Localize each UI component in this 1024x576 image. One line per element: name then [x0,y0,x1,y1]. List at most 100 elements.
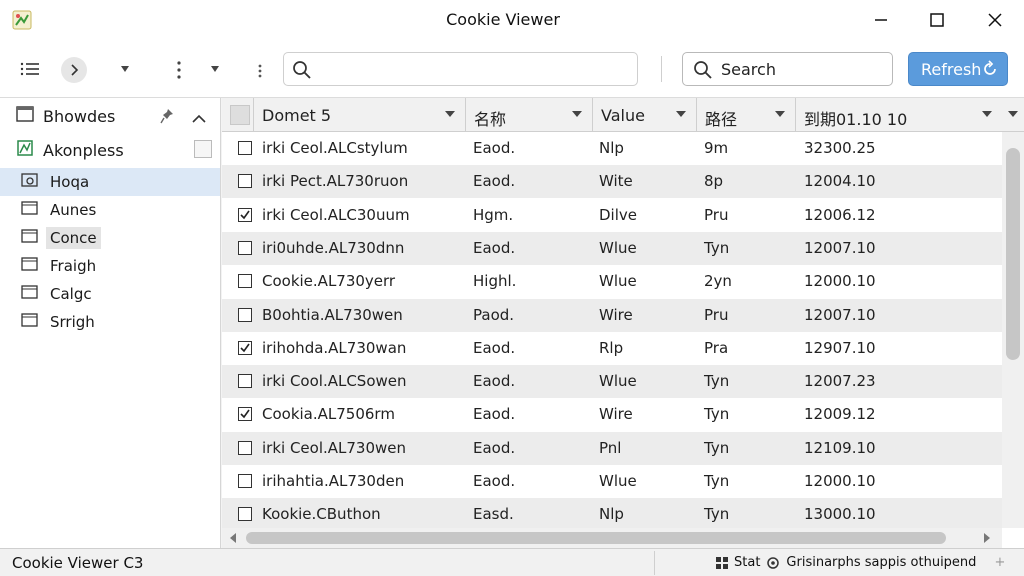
pin-icon[interactable] [160,108,174,128]
caret-down-icon[interactable] [982,111,992,117]
column-header-path[interactable]: 路径 [697,98,796,132]
cell-value: Wlue [599,238,637,257]
row-checkbox[interactable] [238,507,252,522]
table-row[interactable]: irki Ceol.AL730wen Eaod. Pnl Tyn 12109.10 [222,431,1002,465]
sidebar-item-browsers[interactable]: Bhowdes [0,100,220,132]
cell-path: Tyn [704,472,730,490]
table-row[interactable]: irki Pect.AL730ruon Eaod. Wite 8p 12004.10 [222,165,1002,199]
row-checkbox[interactable] [238,407,252,422]
options-dropdown[interactable] [209,64,221,74]
history-dropdown[interactable] [119,64,131,74]
toggle-checkbox[interactable] [194,140,212,158]
column-header-name[interactable]: 名称 [466,98,593,132]
minimize-button[interactable] [858,6,904,34]
cell-path: Pra [704,338,729,357]
cell-domain: irki Pect.AL730ruon [262,172,409,191]
cell-name: Paod. [473,305,515,324]
vertical-scrollbar[interactable] [1002,132,1024,528]
cell-domain: iri0uhde.AL730dnn [262,238,405,257]
more-options-button[interactable] [172,59,186,81]
gear-icon[interactable] [766,556,780,570]
table-row[interactable]: B0ohtia.AL730wen Paod. Wire Pru 12007.10 [222,298,1002,332]
row-checkbox[interactable] [238,340,252,355]
list-view-button[interactable] [18,60,42,78]
column-header-domain[interactable]: Domet 5 [254,98,466,132]
cell-expires: 12000.10 [804,272,876,291]
sidebar-item-aunes[interactable]: Aunes [0,196,220,224]
cell-value: Wlue [599,372,637,391]
toolbar-divider [661,56,662,82]
cell-value: Dilve [599,205,637,224]
cell-path: Pru [704,205,729,224]
caret-down-icon[interactable] [775,111,785,117]
horizontal-scroll-thumb[interactable] [246,532,946,544]
column-header-expires[interactable]: 到期01.10 10 [796,98,1002,132]
table-row[interactable]: irihohda.AL730wan Eaod. Rlp Pra 12907.10 [222,332,1002,365]
browser-icon [16,105,34,127]
table-row[interactable]: irihahtia.AL730den Eaod. Wlue Tyn 12000.10 [222,465,1002,498]
list-icon [20,62,39,76]
status-divider [654,551,655,575]
cell-name: Eaod. [473,472,516,490]
sidebar-item-conce[interactable]: Conce [0,224,220,252]
maximize-button[interactable] [914,6,960,34]
vertical-scroll-thumb[interactable] [1006,148,1020,360]
resize-grip-icon[interactable]: + [994,555,1005,570]
search-input[interactable]: Search [682,52,893,86]
sidebar-item-fraigh[interactable]: Fraigh [0,252,220,280]
row-checkbox[interactable] [238,474,252,488]
caret-down-icon[interactable] [676,111,686,117]
collapse-button[interactable] [192,110,206,128]
cell-name: Hgm. [473,205,514,224]
row-checkbox[interactable] [238,141,252,155]
folder-icon [21,228,39,248]
sidebar-item-srrigh[interactable]: Srrigh [0,308,220,336]
table-row[interactable]: Kookie.CButhon Easd. Nlp Tyn 13000.10 [222,498,1002,528]
refresh-button[interactable]: Refresh [908,52,1008,86]
cookie-table: Domet 5 名称 Value 路径 到期01.10 10 irki Ceol… [222,98,1024,548]
column-header-value[interactable]: Value [593,98,697,132]
sidebar-item-akonpless[interactable]: Akonpless [0,134,220,166]
table-row[interactable]: iri0uhde.AL730dnn Eaod. Wlue Tyn 12007.10 [222,231,1002,265]
row-checkbox[interactable] [238,274,252,289]
cell-path: 8p [704,172,724,191]
horizontal-scrollbar[interactable] [222,528,1002,548]
table-row[interactable]: irki Ceol.ALCstylum Eaod. Nlp 9m 32300.25 [222,132,1002,165]
check-icon [240,210,250,219]
select-all-header[interactable] [222,98,254,132]
row-checkbox[interactable] [238,240,252,255]
sidebar-item-hoqa[interactable]: Hoqa [0,168,220,196]
caret-down-icon[interactable] [445,111,455,117]
grid-icon [716,556,728,569]
table-row[interactable]: irki Ceol.ALC30uum Hgm. Dilve Pru 12006.12 [222,199,1002,232]
path-input[interactable] [283,52,638,86]
row-checkbox[interactable] [238,174,252,189]
sidebar-item-label: Hoqa [50,173,90,191]
cell-name: Eaod. [473,172,516,191]
caret-down-icon[interactable] [572,111,582,117]
cell-path: 9m [704,139,729,157]
row-checkbox[interactable] [238,440,252,455]
forward-button[interactable] [61,57,87,83]
scroll-right-icon[interactable] [984,533,990,543]
sidebar-item-calgc[interactable]: Calgc [0,280,220,308]
cell-value: Wlue [599,272,637,291]
close-button[interactable] [972,6,1018,34]
folder-search-icon [21,172,39,192]
more-options-button-2[interactable] [254,62,266,80]
table-row[interactable]: irki Cool.ALCSowen Eaod. Wlue Tyn 12007.23 [222,365,1002,399]
search-icon [694,61,712,79]
table-row[interactable]: Cookie.AL730yerr Highl. Wlue 2yn 12000.10 [222,265,1002,298]
status-stat-label: Stat [734,555,761,570]
row-checkbox[interactable] [238,207,252,222]
search-icon [293,61,311,79]
scroll-left-icon[interactable] [230,533,236,543]
select-all-checkbox[interactable] [230,105,250,125]
cell-path: Tyn [704,438,730,457]
caret-down-icon[interactable] [1008,111,1018,117]
table-row[interactable]: Cookia.AL7506rm Eaod. Wire Tyn 12009.12 [222,398,1002,431]
row-checkbox[interactable] [238,374,252,389]
check-icon [240,409,250,419]
row-checkbox[interactable] [238,307,252,322]
cell-value: Wire [599,305,633,324]
